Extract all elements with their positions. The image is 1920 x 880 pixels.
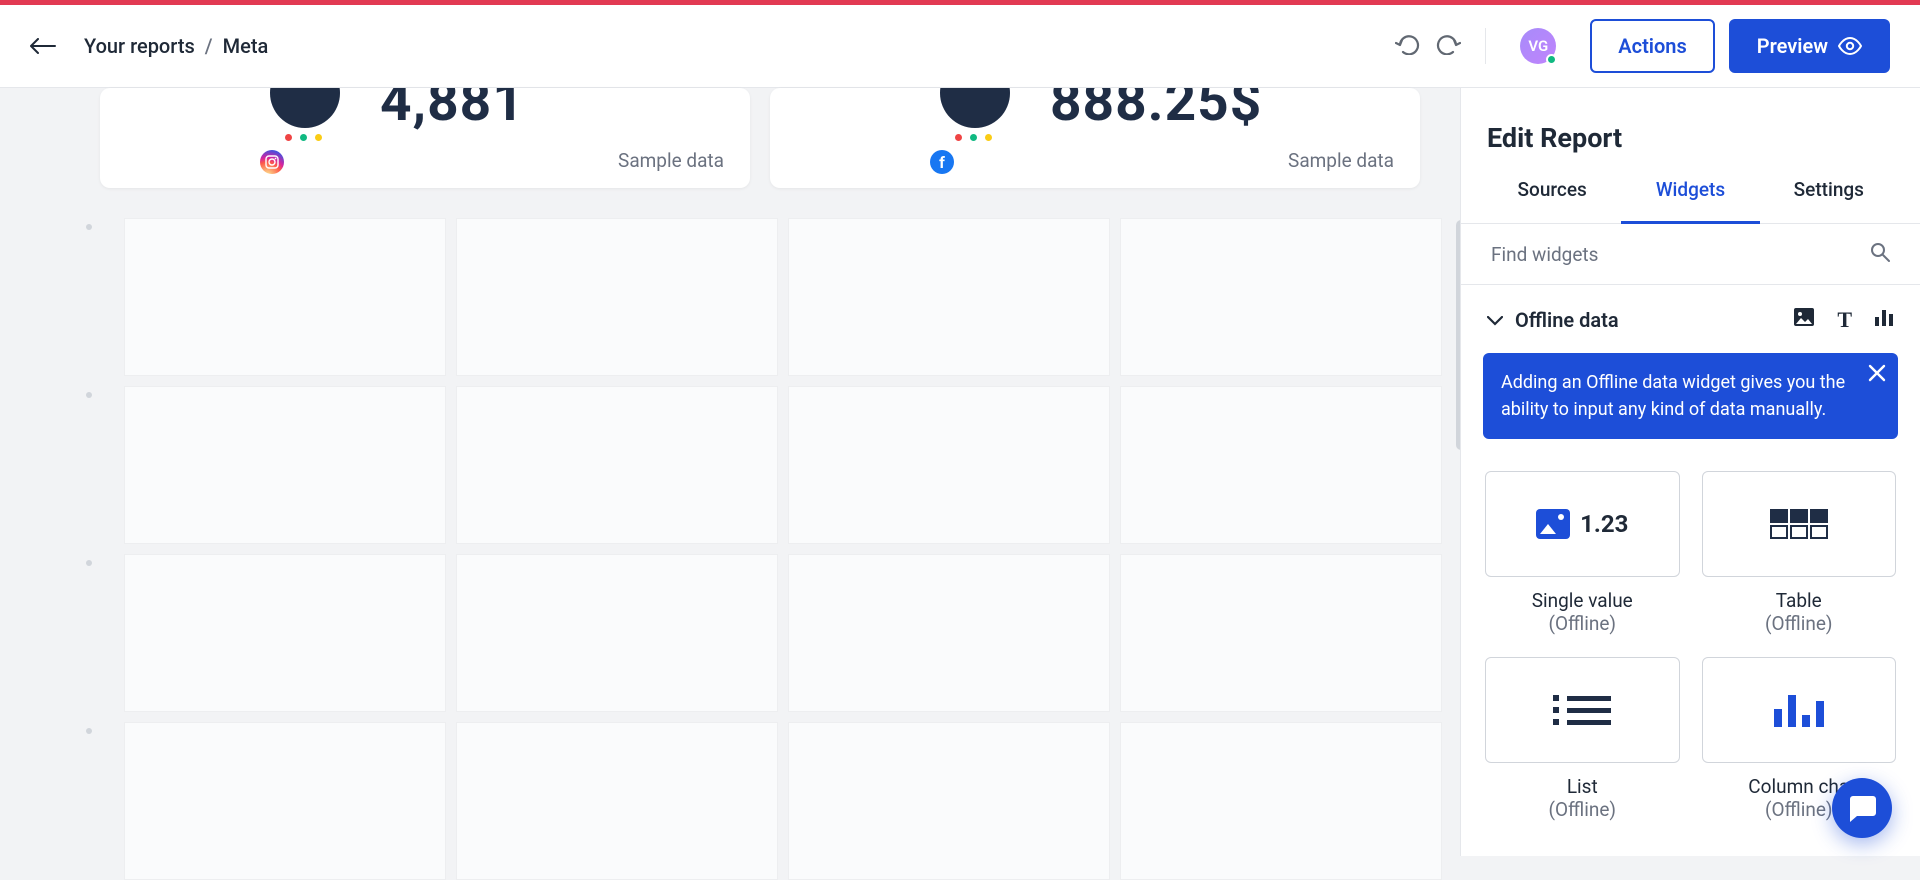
sample-data-label: Sample data: [618, 149, 724, 172]
legend-dots: [955, 134, 992, 141]
undo-icon[interactable]: [1395, 33, 1421, 59]
widget-grid: 1.23 Single value (Offline) Table (Offli…: [1483, 471, 1898, 821]
breadcrumb-separator: /: [205, 34, 213, 58]
legend-dots: [285, 134, 322, 141]
info-banner-text: Adding an Offline data widget gives you …: [1501, 372, 1845, 420]
breadcrumb-root[interactable]: Your reports: [84, 34, 195, 58]
empty-grid[interactable]: [124, 218, 1470, 880]
widget-sublabel: (Offline): [1765, 798, 1833, 821]
search-input[interactable]: [1491, 243, 1870, 266]
widget-label: List: [1567, 775, 1598, 798]
breadcrumb-leaf[interactable]: Meta: [223, 34, 269, 58]
widget-label: Table: [1776, 589, 1822, 612]
topbar: Your reports / Meta VG Actions Preview: [0, 5, 1920, 88]
grid-cell[interactable]: [788, 554, 1110, 712]
metric-value: 888.25$: [1050, 88, 1262, 134]
widget-search-row: [1461, 224, 1920, 285]
grid-cell[interactable]: [788, 722, 1110, 880]
widget-single-value-tile[interactable]: 1.23: [1485, 471, 1680, 577]
grid-cell[interactable]: [124, 218, 446, 376]
facebook-icon: f: [930, 150, 954, 174]
vertical-divider: [1485, 28, 1486, 64]
row-marker-icon: [86, 728, 92, 734]
donut-chart-icon: [270, 88, 340, 128]
section-toolbar: T: [1793, 307, 1894, 333]
preview-button[interactable]: Preview: [1729, 19, 1890, 73]
edit-report-panel: Edit Report Sources Widgets Settings Off…: [1460, 88, 1920, 856]
widget-sublabel: (Offline): [1765, 612, 1833, 635]
grid-cell[interactable]: [124, 554, 446, 712]
chat-icon: [1847, 794, 1877, 822]
widget-column-chart-tile[interactable]: [1702, 657, 1897, 763]
widget-sublabel: (Offline): [1548, 612, 1616, 635]
grid-cell[interactable]: [456, 386, 778, 544]
grid-cell[interactable]: [788, 386, 1110, 544]
section-title: Offline data: [1515, 308, 1619, 332]
sample-data-label: Sample data: [1288, 149, 1394, 172]
widget-sublabel: (Offline): [1548, 798, 1616, 821]
preview-button-label: Preview: [1757, 34, 1828, 58]
search-icon[interactable]: [1870, 242, 1890, 266]
grid-cell[interactable]: [456, 554, 778, 712]
panel-title: Edit Report: [1487, 122, 1894, 154]
avatar[interactable]: VG: [1520, 28, 1556, 64]
row-marker-icon: [86, 392, 92, 398]
breadcrumb: Your reports / Meta: [84, 34, 268, 58]
grid-cell[interactable]: [788, 218, 1110, 376]
text-icon[interactable]: T: [1837, 307, 1852, 333]
grid-cell[interactable]: [1120, 554, 1442, 712]
row-marker-icon: [86, 224, 92, 230]
topbar-right-cluster: VG Actions Preview: [1395, 19, 1890, 73]
grid-cell[interactable]: [1120, 218, 1442, 376]
row-marker-icon: [86, 560, 92, 566]
report-canvas[interactable]: 4,881 Sample data 888.25$ f Sample data: [0, 88, 1470, 856]
actions-button-label: Actions: [1618, 34, 1686, 58]
tab-widgets[interactable]: Widgets: [1621, 178, 1759, 224]
info-banner: Adding an Offline data widget gives you …: [1483, 353, 1898, 439]
widget-table: Table (Offline): [1702, 471, 1897, 635]
instagram-icon: [260, 150, 284, 174]
widget-label: Single value: [1532, 589, 1633, 612]
widget-list: List (Offline): [1485, 657, 1680, 821]
image-icon[interactable]: [1793, 307, 1815, 333]
table-icon: [1770, 509, 1828, 539]
presence-dot-icon: [1546, 54, 1557, 65]
actions-button[interactable]: Actions: [1590, 19, 1714, 73]
widget-list-tile[interactable]: [1485, 657, 1680, 763]
grid-cell[interactable]: [456, 218, 778, 376]
donut-chart-icon: [940, 88, 1010, 128]
panel-tabs: Sources Widgets Settings: [1461, 178, 1920, 224]
close-icon[interactable]: [1868, 363, 1886, 390]
widget-single-value: 1.23 Single value (Offline): [1485, 471, 1680, 635]
metric-value: 4,881: [380, 88, 525, 134]
list-icon: [1553, 695, 1611, 725]
metric-card-facebook[interactable]: 888.25$ f Sample data: [770, 88, 1420, 188]
grid-cell[interactable]: [1120, 722, 1442, 880]
column-chart-icon: [1774, 693, 1824, 727]
grid-cell[interactable]: [124, 386, 446, 544]
chat-launcher-button[interactable]: [1832, 778, 1892, 838]
tab-settings[interactable]: Settings: [1760, 178, 1898, 223]
redo-icon[interactable]: [1435, 33, 1461, 59]
grid-cell[interactable]: [456, 722, 778, 880]
bar-chart-icon[interactable]: [1874, 307, 1894, 333]
image-placeholder-icon: [1536, 509, 1570, 539]
single-value-sample: 1.23: [1580, 510, 1628, 538]
metric-card-instagram[interactable]: 4,881 Sample data: [100, 88, 750, 188]
tab-sources[interactable]: Sources: [1483, 178, 1621, 223]
chevron-down-icon: [1487, 311, 1503, 330]
grid-cell[interactable]: [124, 722, 446, 880]
back-arrow-icon[interactable]: [30, 31, 56, 61]
avatar-initials: VG: [1528, 37, 1548, 55]
widget-table-tile[interactable]: [1702, 471, 1897, 577]
section-header-offline-data[interactable]: Offline data T: [1483, 285, 1898, 343]
eye-icon: [1838, 37, 1862, 55]
grid-cell[interactable]: [1120, 386, 1442, 544]
